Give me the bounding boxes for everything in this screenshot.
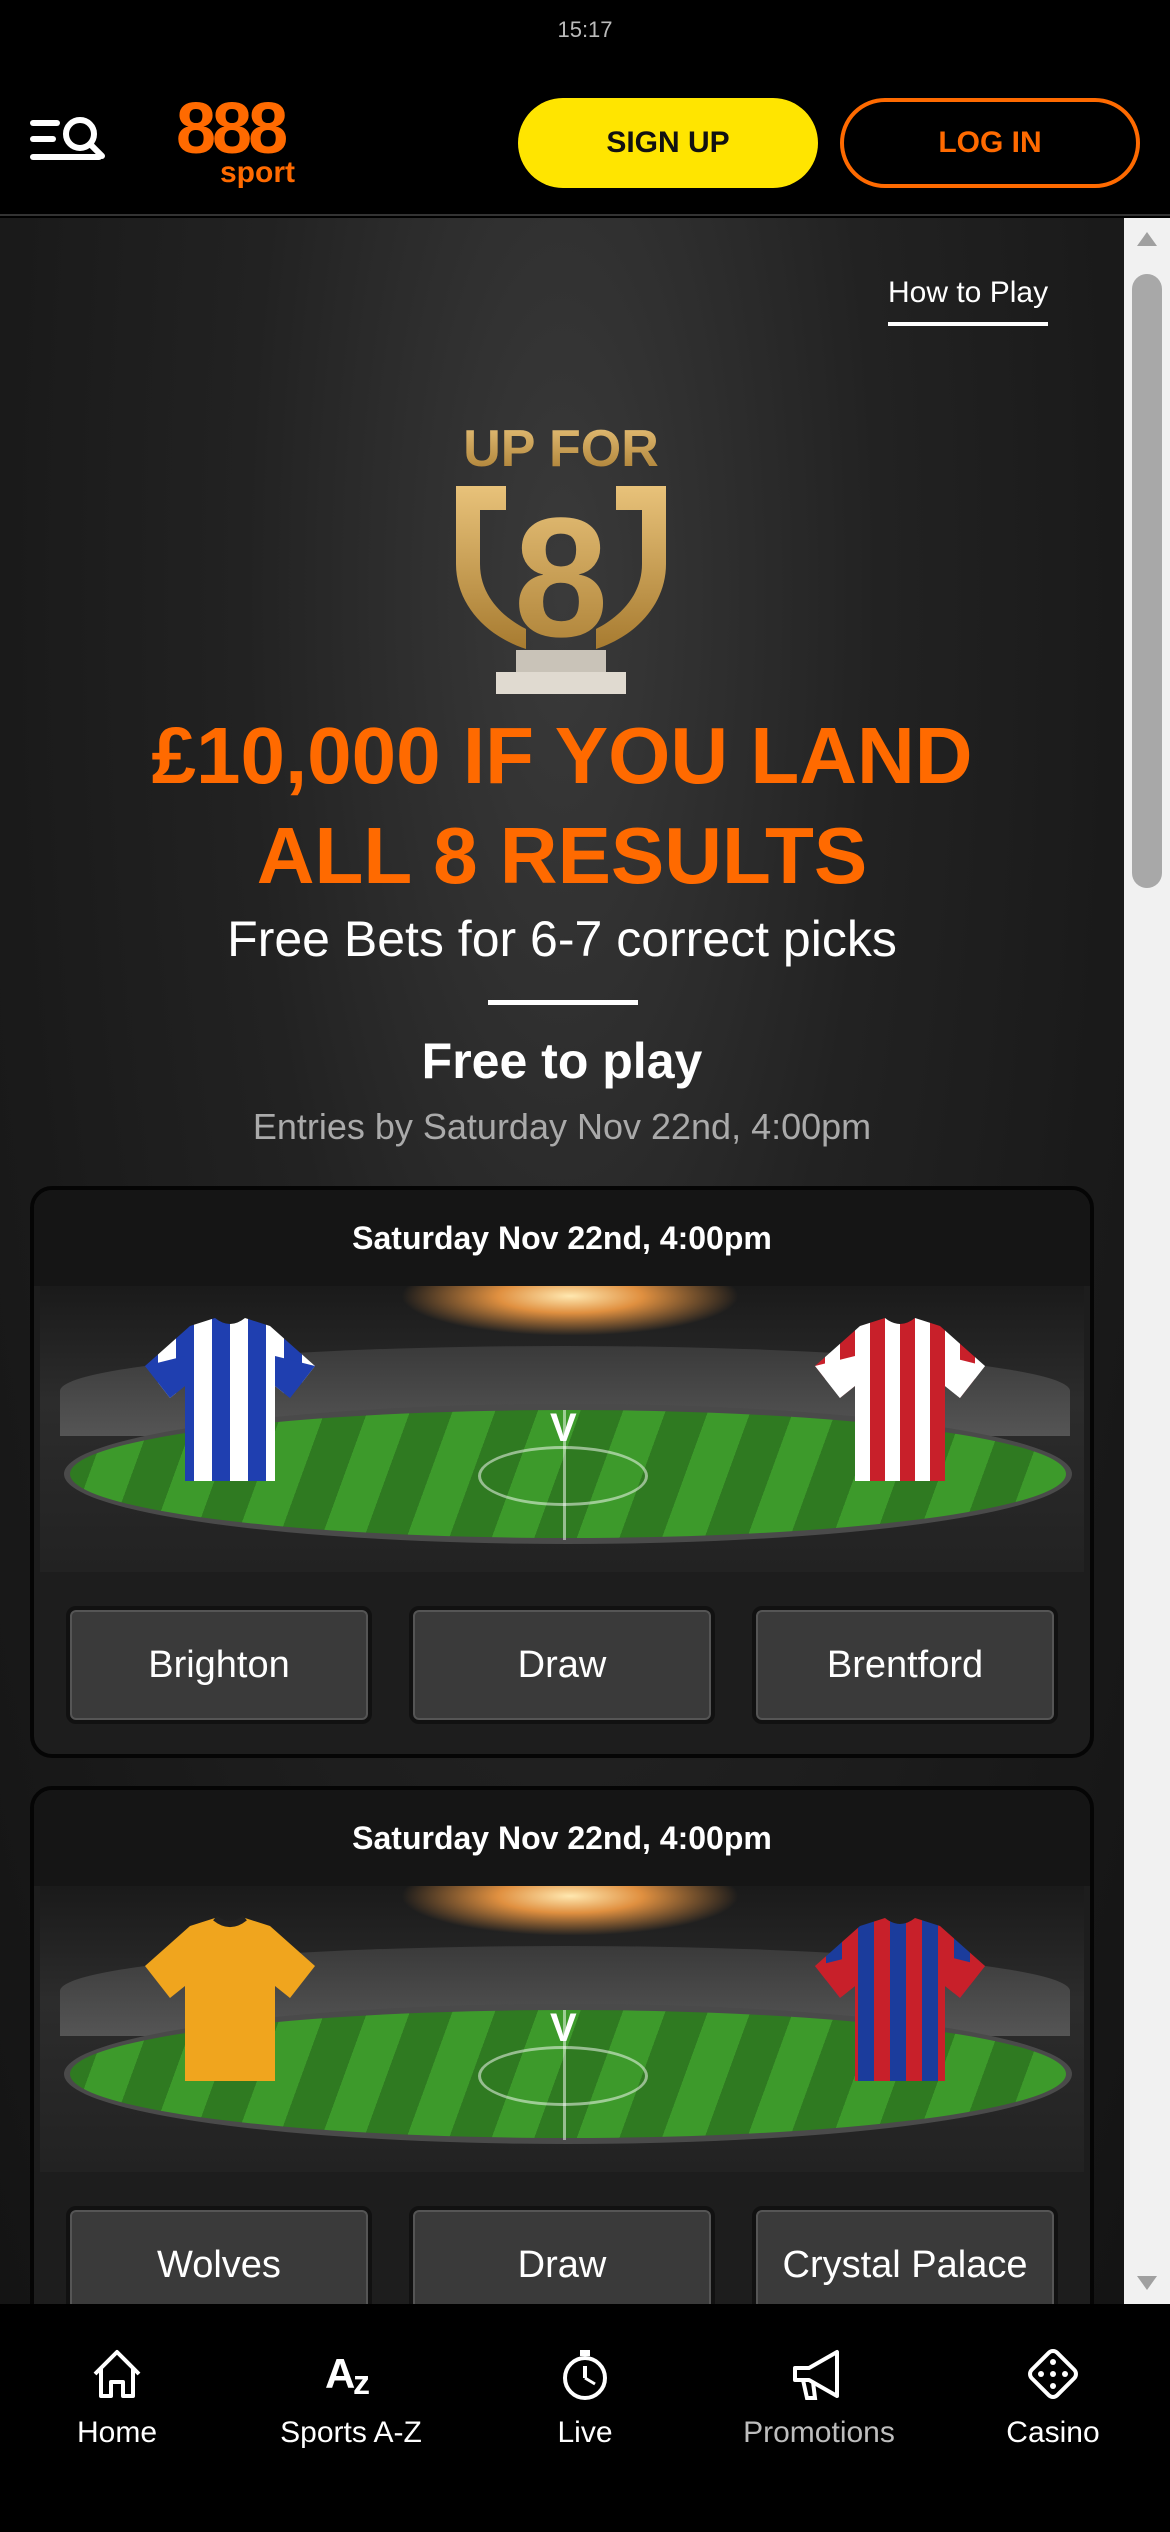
stopwatch-icon (563, 2350, 607, 2400)
headline-line-1: £10,000 IF YOU LAND (151, 711, 973, 800)
headline-line-2: ALL 8 RESULTS (256, 811, 868, 900)
promo-content[interactable]: How to Play UP FOR 8 £10,000 IF YOU LAND… (0, 218, 1124, 2304)
nav-item-sports-az[interactable]: A z Sports A-Z (234, 2304, 468, 2532)
nav-label: Promotions (743, 2416, 895, 2449)
nav-label: Sports A-Z (280, 2416, 422, 2449)
pick-draw-button[interactable]: Draw (409, 1606, 715, 1724)
signup-button[interactable]: SIGN UP (518, 98, 818, 188)
nav-item-home[interactable]: Home (0, 2304, 234, 2532)
menu-search-icon (30, 117, 105, 160)
result-options: Wolves Draw Crystal Palace (34, 2172, 1090, 2304)
match-date: Saturday Nov 22nd, 4:00pm (34, 1190, 1090, 1286)
stadium-graphic: V (40, 1886, 1084, 2172)
how-to-play-link[interactable]: How to Play (888, 276, 1049, 326)
scroll-up-arrow[interactable] (1137, 232, 1157, 246)
trophy-text: UP FOR (463, 420, 659, 478)
logo-sub: sport (220, 156, 295, 189)
login-button[interactable]: LOG IN (840, 98, 1140, 188)
nav-label: Home (76, 2416, 158, 2449)
status-time: 15:17 (557, 17, 613, 42)
pick-home-button[interactable]: Brighton (66, 1606, 372, 1724)
menu-search-button[interactable] (28, 112, 108, 172)
status-bar: 15:17 (0, 0, 1170, 60)
match-card: Saturday Nov 22nd, 4:00pm V (30, 1186, 1094, 1758)
dice-icon (1028, 2349, 1078, 2399)
scroll-down-arrow[interactable] (1137, 2276, 1157, 2290)
trophy-number: 8 (514, 483, 609, 673)
match-card: Saturday Nov 22nd, 4:00pm V (30, 1786, 1094, 2304)
megaphone-icon (793, 2350, 839, 2400)
logo-number: 888 (176, 89, 288, 169)
divider (488, 1000, 638, 1005)
pick-draw-button[interactable]: Draw (409, 2206, 715, 2304)
match-date: Saturday Nov 22nd, 4:00pm (34, 1790, 1090, 1886)
pick-away-button[interactable]: Crystal Palace (752, 2206, 1058, 2304)
stadium-graphic: V (40, 1286, 1084, 1572)
home-shirt-icon (145, 1318, 315, 1481)
trophy-icon: UP FOR 8 (456, 420, 666, 694)
free-to-play-title: Free to play (421, 1033, 703, 1089)
top-header: 888 sport SIGN UP LOG IN (0, 60, 1170, 216)
result-options: Brighton Draw Brentford (34, 1572, 1090, 1754)
versus-label: V (550, 1406, 577, 1450)
nav-label: Live (557, 2416, 613, 2449)
entries-deadline: Entries by Saturday Nov 22nd, 4:00pm (252, 1106, 872, 1147)
promo-subline: Free Bets for 6-7 correct picks (227, 911, 897, 967)
nav-label: Casino (1006, 2416, 1100, 2449)
home-shirt-icon (145, 1916, 315, 2081)
brand-logo[interactable]: 888 sport (176, 89, 306, 194)
pick-away-button[interactable]: Brentford (752, 1606, 1058, 1724)
home-icon (93, 2350, 141, 2398)
away-shirt-icon (815, 1318, 985, 1481)
scrollbar[interactable] (1124, 218, 1170, 2304)
svg-text:A: A (325, 2350, 355, 2397)
nav-item-casino[interactable]: Casino (936, 2304, 1170, 2532)
away-shirt-icon (815, 1918, 985, 2081)
scrollbar-thumb[interactable] (1132, 274, 1162, 888)
promo-headline: £10,000 IF YOU LAND ALL 8 RESULTS (0, 706, 1124, 906)
nav-item-promotions[interactable]: Promotions (702, 2304, 936, 2532)
svg-text:z: z (353, 2364, 370, 2402)
bottom-nav: Home A z Sports A-Z Live Promotions Casi… (0, 2304, 1170, 2532)
nav-item-live[interactable]: Live (468, 2304, 702, 2532)
versus-label: V (550, 2006, 577, 2050)
pick-home-button[interactable]: Wolves (66, 2206, 372, 2304)
az-icon: A z (325, 2350, 370, 2402)
